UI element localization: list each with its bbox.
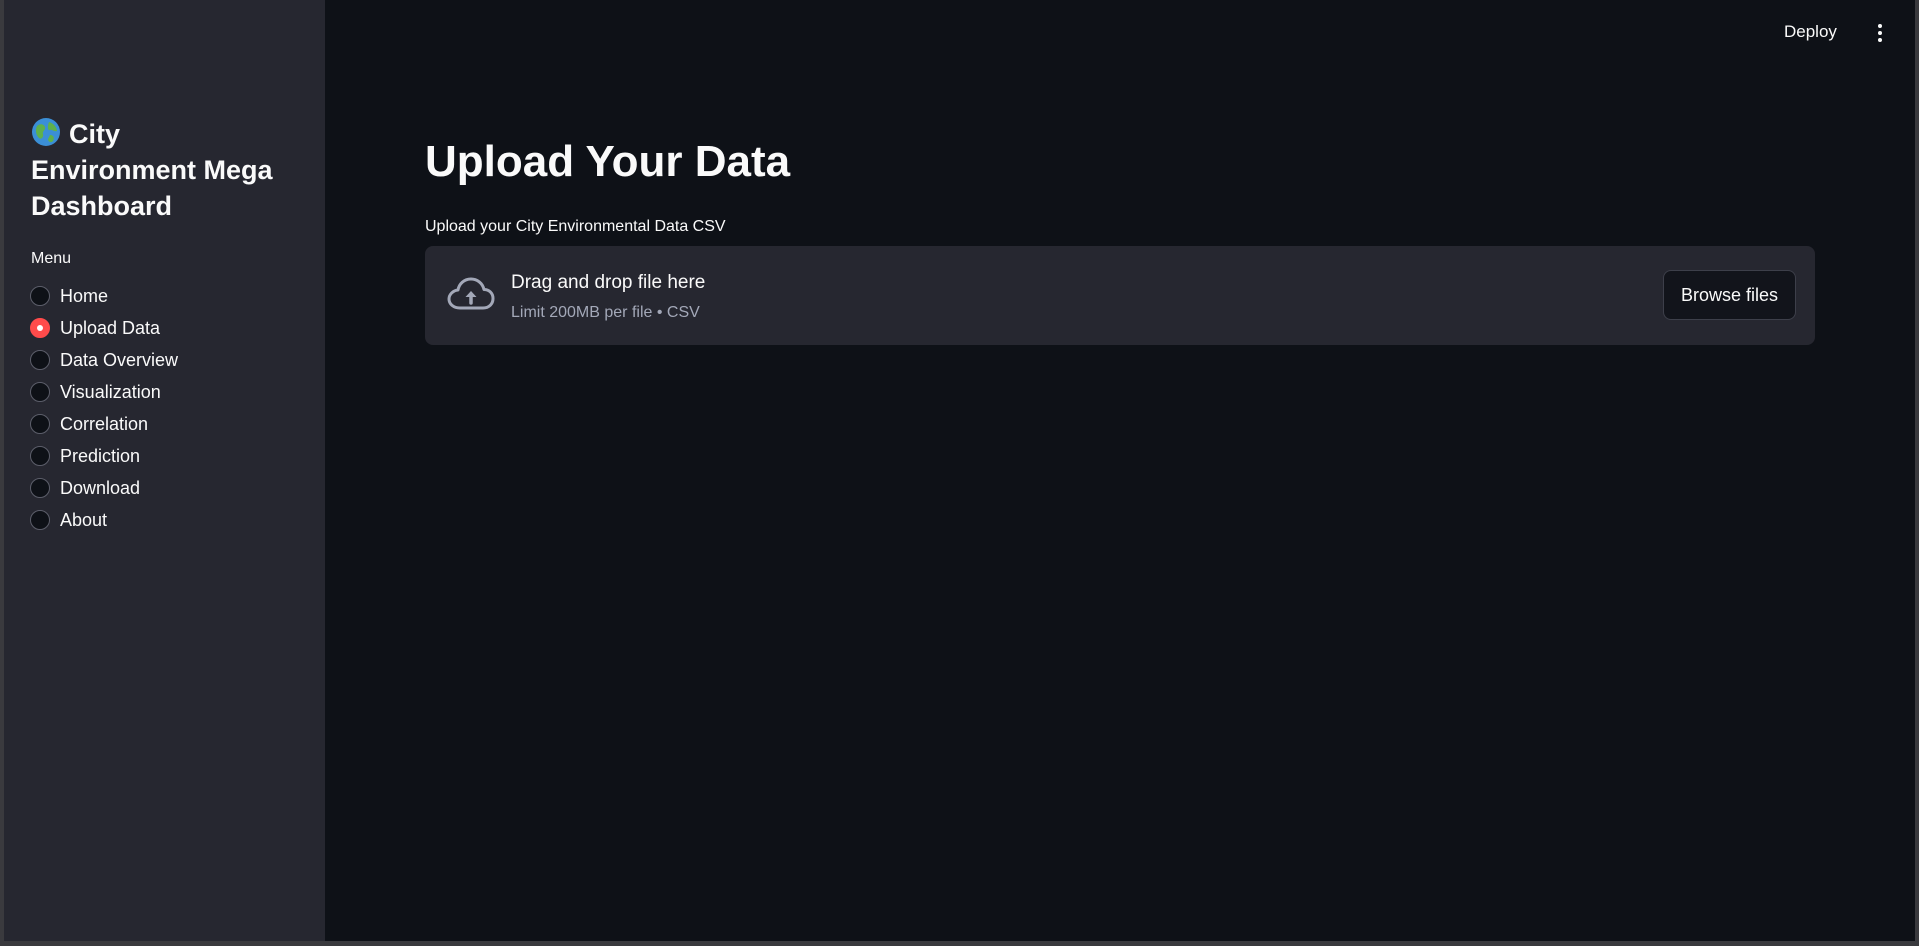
menu-item-label: About: [60, 509, 108, 530]
menu-item-download[interactable]: Download: [30, 472, 290, 504]
app-title-text: City Environment Mega Dashboard: [31, 119, 273, 221]
menu-item-prediction[interactable]: Prediction: [30, 440, 290, 472]
radio-button-selected[interactable]: [30, 318, 50, 338]
menu-item-label: Home: [60, 285, 109, 306]
radio-button[interactable]: [30, 510, 50, 530]
app-window: City Environment Mega Dashboard Menu Hom…: [4, 0, 1915, 941]
radio-button[interactable]: [30, 414, 50, 434]
sidebar: City Environment Mega Dashboard Menu Hom…: [4, 0, 325, 941]
cloud-upload-icon: [447, 277, 495, 310]
menu-item-data-overview[interactable]: Data Overview: [30, 344, 290, 376]
menu-item-label: Prediction: [60, 445, 141, 466]
page-title: Upload Your Data: [425, 137, 791, 186]
radio-button[interactable]: [30, 446, 50, 466]
deploy-button[interactable]: Deploy: [1784, 22, 1837, 42]
globe-icon: [32, 118, 60, 146]
menu-radio-group: Home Upload Data Data Overview Visualiza…: [30, 280, 290, 536]
radio-button[interactable]: [30, 286, 50, 306]
uploader-label: Upload your City Environmental Data CSV: [425, 218, 726, 235]
radio-button[interactable]: [30, 382, 50, 402]
menu-item-visualization[interactable]: Visualization: [30, 376, 290, 408]
dropzone-limit-text: Limit 200MB per file • CSV: [511, 304, 700, 321]
menu-item-label: Upload Data: [60, 317, 161, 338]
radio-button[interactable]: [30, 478, 50, 498]
menu-item-about[interactable]: About: [30, 504, 290, 536]
menu-item-home[interactable]: Home: [30, 280, 290, 312]
browse-files-button[interactable]: Browse files: [1663, 270, 1796, 320]
app-title: City Environment Mega Dashboard: [31, 116, 291, 224]
radio-button[interactable]: [30, 350, 50, 370]
menu-item-label: Download: [60, 477, 141, 498]
file-dropzone[interactable]: Drag and drop file here Limit 200MB per …: [425, 246, 1815, 345]
menu-label: Menu: [31, 250, 72, 267]
menu-item-label: Data Overview: [60, 349, 179, 370]
menu-item-label: Correlation: [60, 413, 149, 434]
menu-item-label: Visualization: [60, 381, 161, 402]
kebab-menu-icon[interactable]: [1872, 22, 1888, 46]
menu-item-correlation[interactable]: Correlation: [30, 408, 290, 440]
dropzone-instructions: Drag and drop file here: [511, 272, 706, 293]
menu-item-upload-data[interactable]: Upload Data: [30, 312, 290, 344]
